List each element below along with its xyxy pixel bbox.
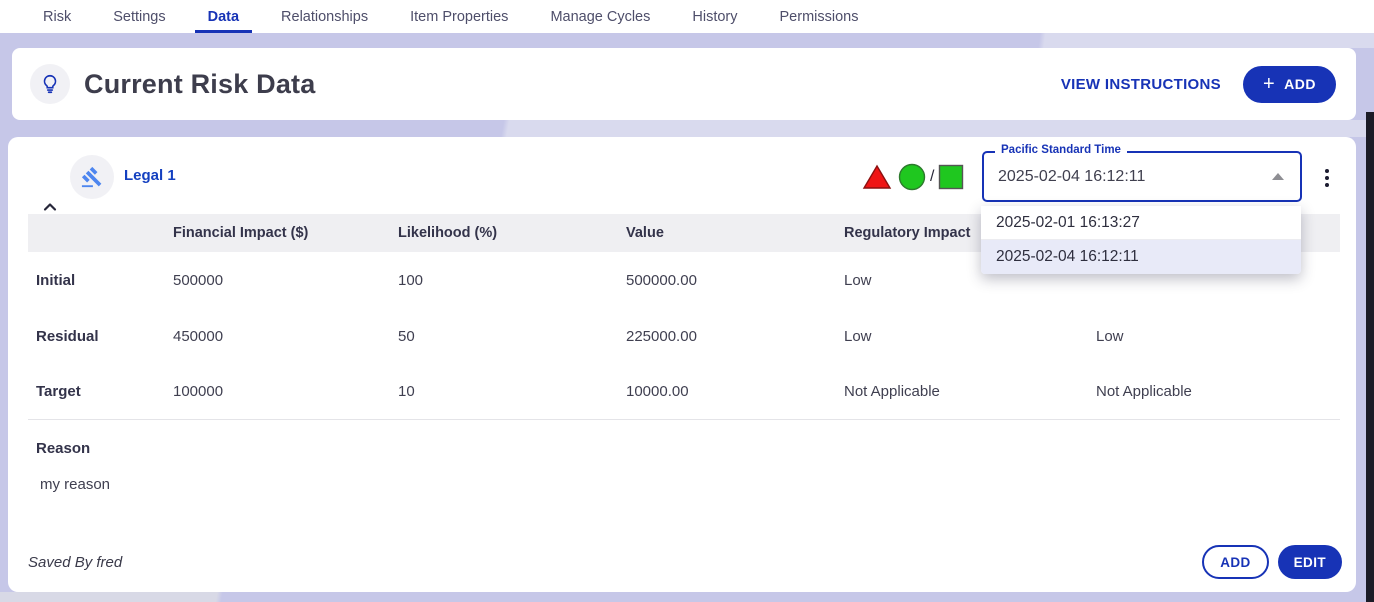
col-header-financial-impact: Financial Impact ($) bbox=[165, 225, 390, 241]
cell-likelihood: 10 bbox=[390, 383, 618, 400]
tab-risk[interactable]: Risk bbox=[22, 0, 92, 33]
table-row-target: Target 100000 10 10000.00 Not Applicable… bbox=[28, 364, 1340, 420]
panel-footer: Saved By fred ADD EDIT bbox=[8, 544, 1356, 580]
cell-regulatory: Not Applicable bbox=[836, 383, 1088, 400]
tab-relationships[interactable]: Relationships bbox=[260, 0, 389, 33]
timestamp-select[interactable]: Pacific Standard Time 2025-02-04 16:12:1… bbox=[982, 151, 1302, 202]
cell-likelihood: 50 bbox=[390, 328, 618, 345]
risk-circle-icon bbox=[898, 163, 926, 191]
tab-item-properties[interactable]: Item Properties bbox=[389, 0, 529, 33]
plus-icon: + bbox=[1263, 74, 1275, 94]
cell-value: 10000.00 bbox=[618, 383, 836, 400]
timestamp-dropdown-menu: 2025-02-01 16:13:27 2025-02-04 16:12:11 bbox=[981, 206, 1301, 274]
footer-add-button[interactable]: ADD bbox=[1202, 545, 1268, 579]
background-diagonal-band-middle bbox=[0, 120, 1374, 137]
tab-settings[interactable]: Settings bbox=[92, 0, 186, 33]
cell-value: 225000.00 bbox=[618, 328, 836, 345]
risk-triangle-icon bbox=[862, 163, 892, 191]
risk-item-name[interactable]: Legal 1 bbox=[124, 167, 176, 184]
caret-up-icon bbox=[1272, 173, 1284, 180]
more-options-button[interactable] bbox=[1318, 164, 1336, 192]
kebab-icon bbox=[1325, 169, 1329, 173]
cell-last: Low bbox=[1088, 328, 1340, 345]
view-instructions-link[interactable]: VIEW INSTRUCTIONS bbox=[1061, 76, 1221, 93]
cell-regulatory: Low bbox=[836, 328, 1088, 345]
cell-financial: 500000 bbox=[165, 272, 390, 289]
col-header-likelihood: Likelihood (%) bbox=[390, 225, 618, 241]
row-label: Residual bbox=[28, 328, 165, 345]
risk-square-icon bbox=[938, 164, 964, 190]
saved-by-text: Saved By fred bbox=[28, 554, 1202, 571]
tab-manage-cycles[interactable]: Manage Cycles bbox=[529, 0, 671, 33]
header-add-button-label: ADD bbox=[1284, 76, 1316, 92]
reason-section: Reason my reason bbox=[36, 440, 110, 493]
footer-edit-button[interactable]: EDIT bbox=[1278, 545, 1342, 579]
vertical-scrollbar[interactable] bbox=[1366, 112, 1374, 602]
header-add-button[interactable]: + ADD bbox=[1243, 66, 1336, 103]
col-header-value: Value bbox=[618, 225, 836, 241]
tab-bar: Risk Settings Data Relationships Item Pr… bbox=[0, 0, 1374, 33]
cell-likelihood: 100 bbox=[390, 272, 618, 289]
row-label: Target bbox=[28, 383, 165, 400]
tab-permissions[interactable]: Permissions bbox=[759, 0, 880, 33]
cell-value: 500000.00 bbox=[618, 272, 836, 289]
dropdown-option-1[interactable]: 2025-02-01 16:13:27 bbox=[981, 206, 1301, 240]
table-body: Initial 500000 100 500000.00 Low Residua… bbox=[28, 252, 1340, 420]
cell-last: Not Applicable bbox=[1088, 383, 1340, 400]
timestamp-select-value: 2025-02-04 16:12:11 bbox=[998, 153, 1145, 200]
risk-indicators: / bbox=[862, 161, 964, 193]
page-title: Current Risk Data bbox=[84, 69, 315, 100]
page-header-card: Current Risk Data VIEW INSTRUCTIONS + AD… bbox=[12, 48, 1356, 120]
indicator-separator: / bbox=[930, 168, 934, 186]
legal-gavel-icon bbox=[70, 155, 114, 199]
background-diagonal-band-bottom bbox=[0, 592, 1374, 602]
cell-financial: 100000 bbox=[165, 383, 390, 400]
row-label: Initial bbox=[28, 272, 165, 289]
tab-data[interactable]: Data bbox=[187, 0, 260, 33]
table-row-residual: Residual 450000 50 225000.00 Low Low bbox=[28, 308, 1340, 364]
tab-history[interactable]: History bbox=[671, 0, 758, 33]
reason-value: my reason bbox=[36, 476, 110, 493]
background-diagonal-band-top bbox=[0, 32, 1374, 48]
cell-regulatory: Low bbox=[836, 272, 1088, 289]
lightbulb-icon bbox=[30, 64, 70, 104]
reason-label: Reason bbox=[36, 440, 110, 457]
dropdown-option-2-selected[interactable]: 2025-02-04 16:12:11 bbox=[981, 240, 1301, 274]
cell-financial: 450000 bbox=[165, 328, 390, 345]
